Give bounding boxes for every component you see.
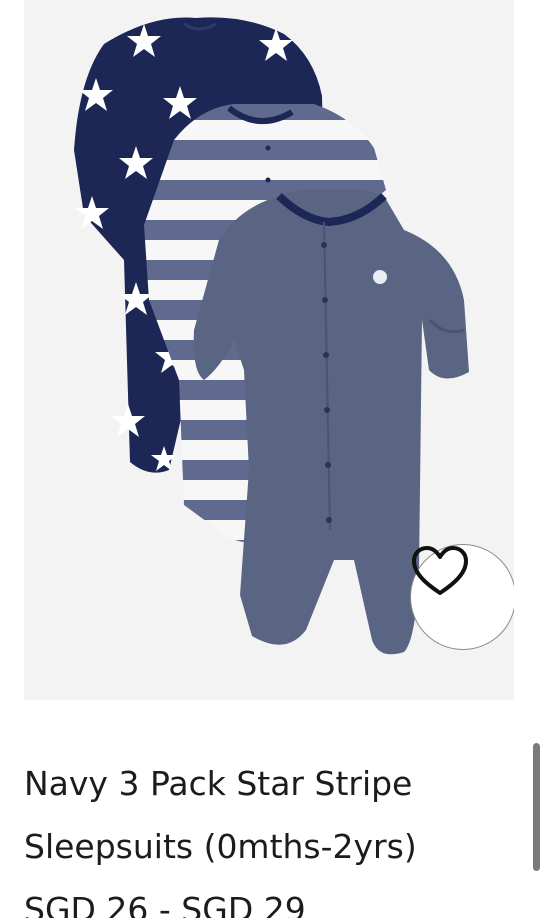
product-page: Navy 3 Pack Star Stripe Sleepsuits (0mth… bbox=[0, 0, 550, 918]
product-title: Navy 3 Pack Star Stripe Sleepsuits (0mth… bbox=[24, 764, 417, 866]
scrollbar-thumb[interactable] bbox=[533, 743, 540, 871]
price-range: SGD 26 - SGD 29 bbox=[24, 890, 306, 918]
product-image[interactable] bbox=[24, 0, 514, 700]
wishlist-button[interactable] bbox=[410, 544, 514, 650]
